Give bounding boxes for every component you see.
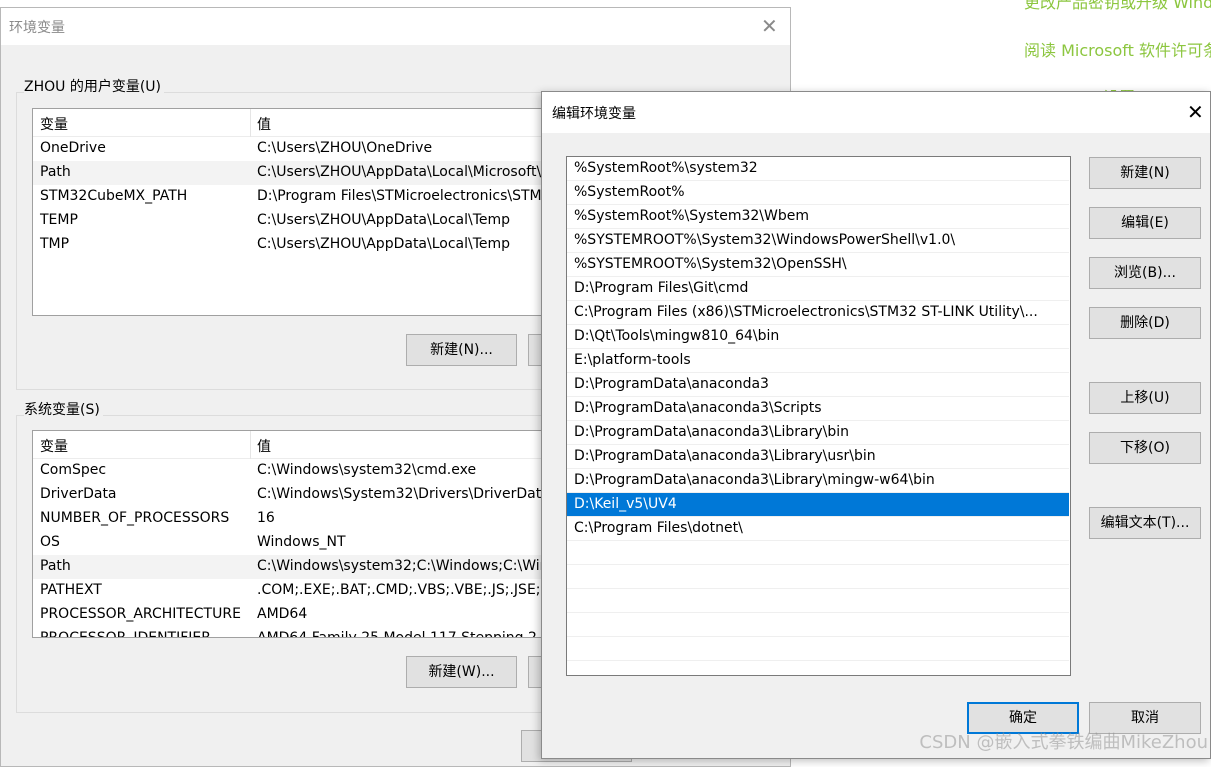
variable-name: OS bbox=[40, 534, 60, 550]
path-entry[interactable]: C:\Program Files (x86)\STMicroelectronic… bbox=[567, 301, 1069, 325]
env-window-title: 环境变量 bbox=[9, 17, 65, 37]
path-entry[interactable]: D:\ProgramData\anaconda3\Library\mingw-w… bbox=[567, 469, 1069, 493]
column-divider[interactable] bbox=[250, 431, 251, 459]
variable-name: Path bbox=[40, 164, 71, 180]
path-entry[interactable]: %SystemRoot%\System32\Wbem bbox=[567, 205, 1069, 229]
variable-name: NUMBER_OF_PROCESSORS bbox=[40, 510, 229, 526]
path-text: C:\Program Files\dotnet\ bbox=[574, 520, 743, 536]
path-entry[interactable]: %SystemRoot%\system32 bbox=[567, 157, 1069, 181]
path-entry[interactable]: D:\Qt\Tools\mingw810_64\bin bbox=[567, 325, 1069, 349]
new-path-button[interactable]: 新建(N) bbox=[1089, 157, 1201, 189]
path-text: C:\Program Files (x86)\STMicroelectronic… bbox=[574, 304, 1038, 320]
env-window-titlebar: 环境变量 ✕ bbox=[1, 8, 790, 45]
delete-path-button[interactable]: 删除(D) bbox=[1089, 307, 1201, 339]
empty-path-entry[interactable] bbox=[567, 565, 1069, 589]
path-text: %SystemRoot%\System32\Wbem bbox=[574, 208, 809, 224]
column-divider[interactable] bbox=[250, 109, 251, 137]
empty-path-entry[interactable] bbox=[567, 637, 1069, 661]
variable-value: C:\Users\ZHOU\AppData\Local\Temp bbox=[257, 212, 510, 228]
move-up-button[interactable]: 上移(U) bbox=[1089, 382, 1201, 414]
variable-name: STM32CubeMX_PATH bbox=[40, 188, 187, 204]
variable-name: Path bbox=[40, 558, 71, 574]
column-header-value[interactable]: 值 bbox=[257, 436, 271, 456]
variable-name: PATHEXT bbox=[40, 582, 102, 598]
edit-dialog-title: 编辑环境变量 bbox=[552, 103, 636, 123]
edit-dialog-close-icon[interactable]: ✕ bbox=[1187, 102, 1204, 122]
path-entry[interactable]: D:\Program Files\Git\cmd bbox=[567, 277, 1069, 301]
env-window-close-icon[interactable]: ✕ bbox=[761, 16, 778, 36]
variable-value: C:\Windows\System32\Drivers\DriverData bbox=[257, 486, 550, 502]
variable-value: AMD64 bbox=[257, 606, 307, 622]
column-header-variable[interactable]: 变量 bbox=[40, 114, 68, 134]
path-text: D:\ProgramData\anaconda3\Library\bin bbox=[574, 424, 849, 440]
variable-name: PROCESSOR_ARCHITECTURE bbox=[40, 606, 241, 622]
empty-path-entry[interactable] bbox=[567, 589, 1069, 613]
background-link-license[interactable]: 阅读 Microsoft 软件许可条款 bbox=[1024, 37, 1211, 61]
path-text: E:\platform-tools bbox=[574, 352, 691, 368]
variable-value: 16 bbox=[257, 510, 275, 526]
path-entry-selected[interactable]: D:\Keil_v5\UV4 bbox=[567, 493, 1069, 517]
path-entry[interactable]: D:\ProgramData\anaconda3\Library\usr\bin bbox=[567, 445, 1069, 469]
path-entry[interactable]: E:\platform-tools bbox=[567, 349, 1069, 373]
path-text: %SYSTEMROOT%\System32\WindowsPowerShell\… bbox=[574, 232, 955, 248]
system-new-button[interactable]: 新建(W)... bbox=[406, 656, 517, 688]
path-entry[interactable]: %SYSTEMROOT%\System32\OpenSSH\ bbox=[567, 253, 1069, 277]
edit-dialog-titlebar: 编辑环境变量 ✕ bbox=[542, 92, 1210, 133]
path-text: D:\Program Files\Git\cmd bbox=[574, 280, 748, 296]
path-entry[interactable]: %SystemRoot% bbox=[567, 181, 1069, 205]
variable-value: C:\Users\ZHOU\AppData\Local\Temp bbox=[257, 236, 510, 252]
path-text: %SystemRoot% bbox=[574, 184, 685, 200]
path-entry[interactable]: D:\ProgramData\anaconda3\Scripts bbox=[567, 397, 1069, 421]
background-link-product-key[interactable]: 更改产品密钥或升级 Windows bbox=[1024, 0, 1211, 13]
variable-name: PROCESSOR_IDENTIFIER bbox=[40, 630, 211, 638]
path-text: D:\ProgramData\anaconda3 bbox=[574, 376, 769, 392]
user-variables-label: ZHOU 的用户变量(U) bbox=[24, 76, 164, 96]
column-header-value[interactable]: 值 bbox=[257, 114, 271, 134]
path-text: %SystemRoot%\system32 bbox=[574, 160, 758, 176]
variable-value: C:\Windows\system32\cmd.exe bbox=[257, 462, 476, 478]
path-entry[interactable]: D:\ProgramData\anaconda3\Library\bin bbox=[567, 421, 1069, 445]
csdn-watermark: CSDN @嵌入式拳铁编曲MikeZhou bbox=[919, 728, 1208, 754]
path-text: D:\Qt\Tools\mingw810_64\bin bbox=[574, 328, 779, 344]
variable-value: AMD64 Family 25 Model 117 Stepping 2 bbox=[257, 630, 537, 638]
user-new-button[interactable]: 新建(N)... bbox=[406, 334, 517, 366]
variable-name: TMP bbox=[40, 236, 69, 252]
path-text: D:\ProgramData\anaconda3\Scripts bbox=[574, 400, 822, 416]
path-list[interactable]: %SystemRoot%\system32 %SystemRoot% %Syst… bbox=[566, 156, 1071, 676]
empty-path-entry[interactable] bbox=[567, 613, 1069, 637]
path-entry[interactable]: C:\Program Files\dotnet\ bbox=[567, 517, 1069, 541]
variable-value: Windows_NT bbox=[257, 534, 346, 550]
variable-name: OneDrive bbox=[40, 140, 106, 156]
path-text: D:\Keil_v5\UV4 bbox=[574, 496, 677, 512]
edit-path-button[interactable]: 编辑(E) bbox=[1089, 207, 1201, 239]
system-variables-label: 系统变量(S) bbox=[24, 399, 103, 419]
path-text: %SYSTEMROOT%\System32\OpenSSH\ bbox=[574, 256, 847, 272]
edit-text-button[interactable]: 编辑文本(T)... bbox=[1089, 507, 1201, 539]
move-down-button[interactable]: 下移(O) bbox=[1089, 432, 1201, 464]
path-text: D:\ProgramData\anaconda3\Library\mingw-w… bbox=[574, 472, 935, 488]
variable-value: C:\Users\ZHOU\OneDrive bbox=[257, 140, 432, 156]
variable-name: ComSpec bbox=[40, 462, 106, 478]
empty-path-entry[interactable] bbox=[567, 541, 1069, 565]
edit-environment-variable-dialog: 编辑环境变量 ✕ %SystemRoot%\system32 %SystemRo… bbox=[541, 91, 1211, 759]
variable-name: DriverData bbox=[40, 486, 117, 502]
path-entry[interactable]: %SYSTEMROOT%\System32\WindowsPowerShell\… bbox=[567, 229, 1069, 253]
browse-button[interactable]: 浏览(B)... bbox=[1089, 257, 1201, 289]
path-text: D:\ProgramData\anaconda3\Library\usr\bin bbox=[574, 448, 876, 464]
variable-name: TEMP bbox=[40, 212, 78, 228]
column-header-variable[interactable]: 变量 bbox=[40, 436, 68, 456]
path-entry[interactable]: D:\ProgramData\anaconda3 bbox=[567, 373, 1069, 397]
